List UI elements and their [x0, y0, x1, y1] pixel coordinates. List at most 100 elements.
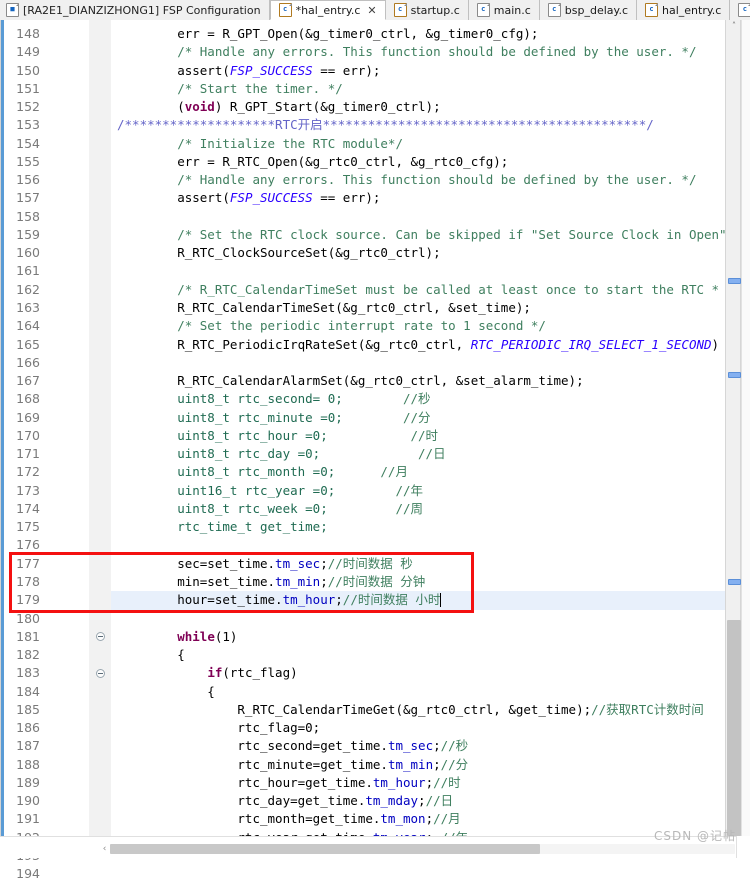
editor-tab-bar: ■ [RA2E1_DIANZIZHONG1] FSP Configuration… [0, 0, 750, 20]
code-line[interactable]: err = R_RTC_Open(&g_rtc0_ctrl, &g_rtc0_c… [111, 153, 725, 171]
line-number: 180 [16, 610, 40, 626]
code-line[interactable] [111, 262, 725, 280]
code-line[interactable]: /* Handle any errors. This function shou… [111, 43, 725, 61]
source-editor[interactable]: 148 149 150 151 152 153 154 155 156 157 158 159 160 1… [0, 20, 750, 881]
code-line[interactable] [111, 354, 725, 372]
code-line[interactable]: uint8_t rtc_month =0; //月 [111, 463, 725, 481]
code-line[interactable] [111, 208, 725, 226]
code-line[interactable]: R_RTC_CalendarTimeGet(&g_rtc0_ctrl, &get… [111, 701, 725, 719]
c-source-icon: c [278, 3, 292, 17]
code-line[interactable]: { [111, 683, 725, 701]
code-line[interactable]: if(rtc_flag) [111, 664, 725, 682]
scroll-left-icon[interactable]: ‹ [100, 844, 109, 854]
code-line[interactable]: R_RTC_PeriodicIrqRateSet(&g_rtc0_ctrl, R… [111, 336, 725, 354]
ruler-mark[interactable] [728, 372, 741, 378]
tab-bsp-delay-c[interactable]: c bsp_delay.c [539, 0, 638, 20]
code-line[interactable] [111, 610, 725, 628]
code-folding-column[interactable] [89, 20, 112, 836]
line-number: 187 [16, 738, 40, 754]
code-line[interactable]: rtc_second=get_time.tm_sec;//秒 [111, 737, 725, 755]
code-token: //秒 [402, 391, 431, 407]
code-text-area[interactable]: err = R_GPT_Open(&g_timer0_ctrl, &g_time… [111, 20, 725, 836]
code-line[interactable]: rtc_day=get_time.tm_mday;//日 [111, 792, 725, 810]
code-token: if [207, 665, 223, 681]
code-token: tm_hour [372, 774, 426, 790]
code-line[interactable]: uint8_t rtc_day =0; //日 [111, 445, 725, 463]
code-line[interactable]: rtc_time_t get_time; [111, 518, 725, 536]
code-line[interactable]: /* Start the timer. */ [111, 80, 725, 98]
fold-collapse-icon[interactable] [96, 632, 105, 642]
code-line[interactable]: R_RTC_ClockSourceSet(&g_rtc0_ctrl); [111, 244, 725, 262]
code-line[interactable] [111, 536, 725, 554]
line-number: 155 [16, 153, 40, 169]
ruler-mark[interactable] [728, 579, 741, 585]
code-token: //获取RTC计数时间 [591, 701, 704, 717]
vertical-scrollbar[interactable] [741, 20, 750, 836]
code-line[interactable]: /* Initialize the RTC module*/ [111, 135, 725, 153]
code-token: ; [418, 793, 426, 809]
code-line[interactable]: rtc_month=get_time.tm_mon;//月 [111, 810, 725, 828]
code-line[interactable]: rtc_flag=0; [111, 719, 725, 737]
code-token: min=set_time. [117, 573, 276, 589]
fold-collapse-icon[interactable] [96, 668, 105, 678]
tab-label: startup.c [410, 3, 460, 17]
ide-editor-window: ■ [RA2E1_DIANZIZHONG1] FSP Configuration… [0, 0, 750, 881]
code-line[interactable]: rtc_hour=get_time.tm_hour;//时 [111, 774, 725, 792]
code-line[interactable]: rtc_minute=get_time.tm_min;//分 [111, 756, 725, 774]
tab-hal-entry-c[interactable]: c hal_entry.c [637, 0, 731, 20]
code-line[interactable]: uint8_t rtc_second= 0; //秒 [111, 390, 725, 408]
tab-main-c[interactable]: c main.c [468, 0, 540, 20]
close-icon[interactable]: ✕ [367, 5, 376, 16]
line-number: 194 [16, 866, 40, 882]
line-number: 170 [16, 427, 40, 443]
code-token: uint8_t rtc_month =0; [117, 464, 381, 480]
code-line[interactable]: min=set_time.tm_min;//时间数据 分钟 [111, 573, 725, 591]
scroll-up-icon[interactable]: ˄ [729, 22, 739, 30]
code-token: /* Set the periodic interrupt rate to 1 … [117, 318, 546, 334]
code-line[interactable]: while(1) [111, 628, 725, 646]
code-line[interactable]: R_RTC_CalendarTimeSet(&g_rtc0_ctrl, &set… [111, 299, 725, 317]
code-line[interactable]: /* Set the periodic interrupt rate to 1 … [111, 317, 725, 335]
line-number: 162 [16, 281, 40, 297]
code-token: R_RTC_CalendarAlarmSet(&g_rtc0_ctrl, &se… [117, 373, 584, 389]
code-token: //日 [418, 446, 446, 462]
tab-hal-entry-c-active[interactable]: c *hal_entry.c ✕ [269, 0, 386, 20]
code-token: hour=set_time. [117, 592, 283, 608]
code-line[interactable]: { [111, 646, 725, 664]
ruler-mark[interactable] [728, 278, 741, 284]
scrollbar-corner [736, 836, 750, 858]
code-line[interactable]: uint8_t rtc_minute =0; //分 [111, 409, 725, 427]
code-line[interactable]: hour=set_time.tm_hour;//时间数据 小时 [111, 591, 725, 610]
code-token: ) R_GPT_Start(&g_timer0_ctrl); [214, 99, 441, 115]
code-line[interactable]: sec=set_time.tm_sec;//时间数据 秒 [111, 555, 725, 573]
vertical-scrollbar-thumb[interactable] [727, 620, 741, 836]
code-line[interactable]: uint8_t rtc_hour =0; //时 [111, 427, 725, 445]
line-number: 152 [16, 99, 40, 115]
code-line[interactable]: assert(FSP_SUCCESS == err); [111, 189, 725, 207]
code-line[interactable]: /* Set the RTC clock source. Can be skip… [111, 226, 725, 244]
code-line[interactable]: /********************RTC开启**************… [111, 116, 725, 134]
code-line[interactable]: err = R_GPT_Open(&g_timer0_ctrl, &g_time… [111, 25, 725, 43]
code-token: (1) [214, 628, 238, 644]
code-line[interactable]: (void) R_GPT_Start(&g_timer0_ctrl); [111, 98, 725, 116]
code-line[interactable]: R_RTC_CalendarAlarmSet(&g_rtc0_ctrl, &se… [111, 372, 725, 390]
code-line[interactable]: uint8_t rtc_week =0; //周 [111, 500, 725, 518]
code-line[interactable]: rtc_year=get_time.tm_year; //年 [111, 829, 725, 836]
tab-timer-smg-c[interactable]: c timer_smg.c [730, 0, 750, 20]
overview-ruler[interactable]: ˄ [725, 20, 741, 836]
horizontal-scrollbar[interactable] [110, 844, 735, 854]
code-token: err = R_GPT_Open(&g_timer0_ctrl, &g_time… [117, 26, 539, 41]
line-number: 173 [16, 482, 40, 498]
tab-startup-c[interactable]: c startup.c [385, 0, 469, 20]
code-line[interactable]: assert(FSP_SUCCESS == err); [111, 62, 725, 80]
code-token: tm_sec [387, 738, 434, 754]
tab-fsp-configuration[interactable]: ■ [RA2E1_DIANZIZHONG1] FSP Configuration [0, 0, 270, 20]
code-token: uint8_t rtc_week =0; [117, 500, 396, 516]
line-number: 166 [16, 354, 40, 370]
code-line[interactable]: uint16_t rtc_year =0; //年 [111, 482, 725, 500]
line-number: 159 [16, 226, 40, 242]
horizontal-scrollbar-thumb[interactable] [110, 844, 540, 854]
code-line[interactable]: /* Handle any errors. This function shou… [111, 171, 725, 189]
code-token: rtc_month=get_time. [117, 811, 381, 827]
code-line[interactable]: /* R_RTC_CalendarTimeSet must be called … [111, 281, 725, 299]
